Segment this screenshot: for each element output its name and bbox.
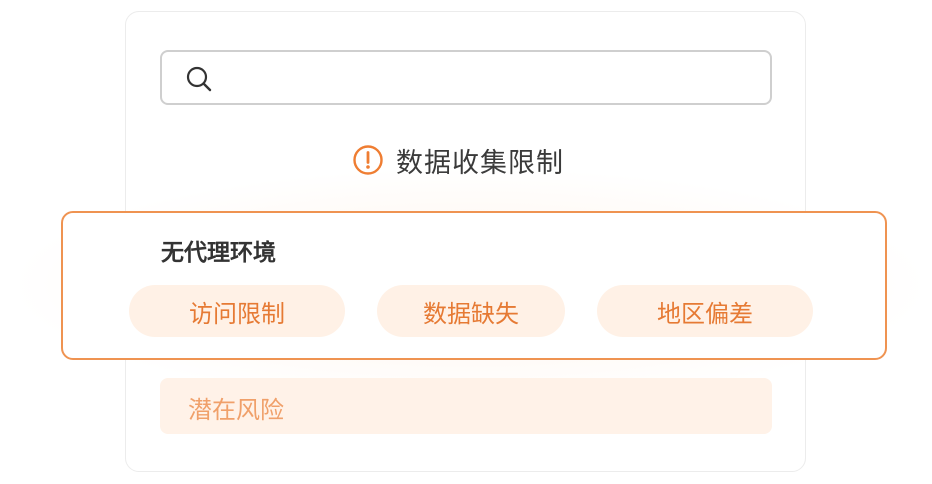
panel-title: 无代理环境 (161, 240, 276, 266)
potential-risk-label: 潜在风险 (188, 396, 284, 424)
stage: 数据收集限制 无代理环境 访问限制 数据缺失 地区偏差 潜在风险 (0, 0, 932, 484)
environment-panel: 无代理环境 访问限制 数据缺失 地区偏差 (61, 211, 887, 360)
chip-regional-bias[interactable]: 地区偏差 (597, 285, 813, 337)
search-icon (186, 66, 212, 92)
chip-access-restriction[interactable]: 访问限制 (129, 285, 345, 337)
chip-missing-data[interactable]: 数据缺失 (377, 285, 565, 337)
search-box[interactable] (160, 50, 772, 105)
search-input[interactable] (224, 60, 758, 97)
potential-risk-item[interactable]: 潜在风险 (160, 378, 772, 434)
